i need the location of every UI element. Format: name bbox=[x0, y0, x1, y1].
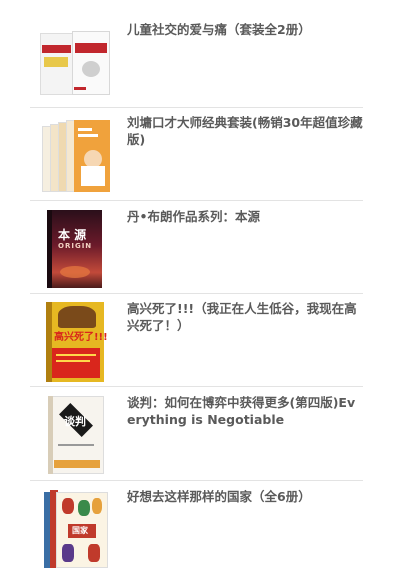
book-cover-children-social[interactable] bbox=[30, 21, 110, 113]
book-title[interactable]: 刘墉口才大师经典套装(畅销30年超值珍藏版) bbox=[127, 114, 363, 148]
book-title[interactable]: 儿童社交的爱与痛（套装全2册） bbox=[127, 21, 363, 38]
cover-title: 高兴死了!!! bbox=[54, 332, 108, 343]
book-cover-countries[interactable]: 国家 bbox=[30, 488, 110, 580]
divider bbox=[30, 386, 363, 387]
cover-title: 本 源 bbox=[58, 228, 87, 242]
book-title[interactable]: 丹•布朗作品系列：本源 bbox=[127, 208, 363, 225]
list-item[interactable]: 本 源 ORIGIN 丹•布朗作品系列：本源 bbox=[30, 208, 363, 300]
list-item[interactable]: 儿童社交的爱与痛（套装全2册） bbox=[30, 21, 363, 113]
book-cover-speech-set[interactable] bbox=[30, 114, 110, 206]
cover-title: 谈判 bbox=[64, 415, 86, 428]
book-cover-happy[interactable]: 高兴死了!!! bbox=[30, 300, 110, 392]
book-title[interactable]: 谈判：如何在博弈中获得更多(第四版)Everything is Negotiab… bbox=[127, 394, 363, 428]
list-item[interactable]: 高兴死了!!! 高兴死了!!!（我正在人生低谷，我现在高兴死了！） bbox=[30, 300, 363, 392]
list-item[interactable]: 谈判 谈判：如何在博弈中获得更多(第四版)Everything is Negot… bbox=[30, 394, 363, 486]
book-cover-negotiation[interactable]: 谈判 bbox=[30, 394, 110, 486]
book-cover-origin[interactable]: 本 源 ORIGIN bbox=[30, 208, 110, 300]
list-item[interactable]: 国家 好想去这样那样的国家（全6册） bbox=[30, 488, 363, 580]
cover-subtitle: ORIGIN bbox=[58, 242, 93, 250]
divider bbox=[30, 200, 363, 201]
divider bbox=[30, 293, 363, 294]
divider bbox=[30, 480, 363, 481]
cover-title: 国家 bbox=[72, 526, 88, 535]
book-list: 儿童社交的爱与痛（套装全2册） 刘墉口才大师经典套装(畅销30年超值珍藏版) 本… bbox=[0, 0, 411, 571]
list-item[interactable]: 刘墉口才大师经典套装(畅销30年超值珍藏版) bbox=[30, 114, 363, 206]
book-title[interactable]: 好想去这样那样的国家（全6册） bbox=[127, 488, 363, 505]
book-title[interactable]: 高兴死了!!!（我正在人生低谷，我现在高兴死了！） bbox=[127, 300, 363, 334]
divider bbox=[30, 107, 363, 108]
